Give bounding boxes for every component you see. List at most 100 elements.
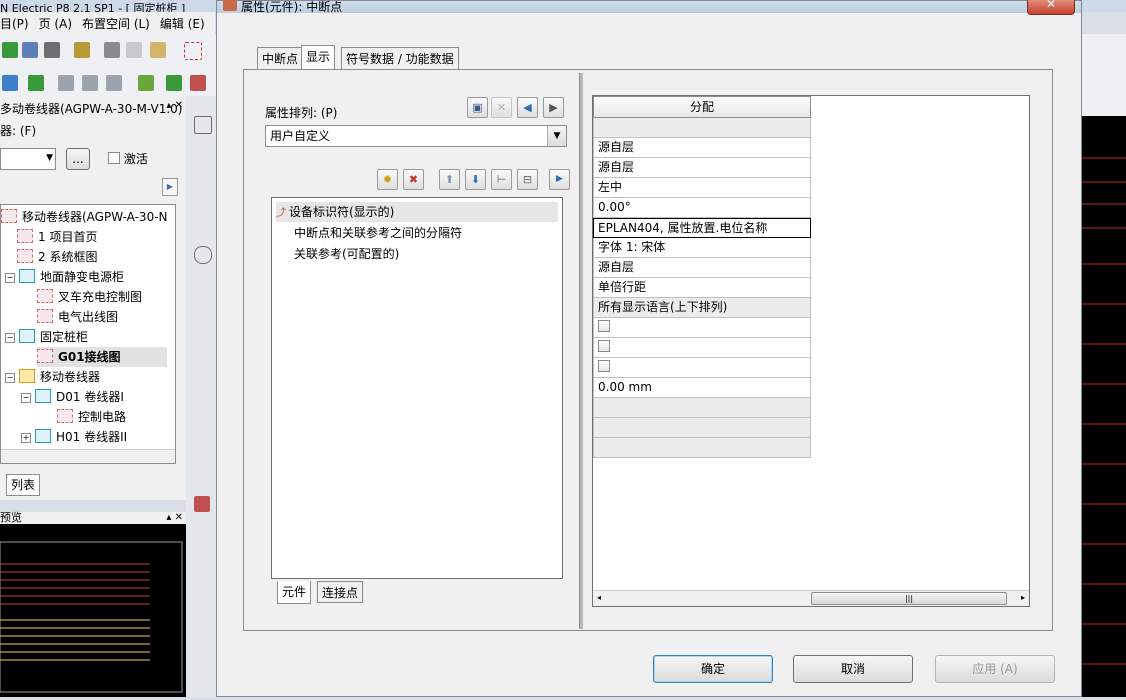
tree-item[interactable]: 叉车充电控制图 xyxy=(37,287,142,307)
tree-item[interactable]: − D01 卷线器I xyxy=(21,387,124,407)
ok-button[interactable]: 确定 xyxy=(653,655,773,683)
ok-icon[interactable] xyxy=(166,75,182,91)
grid-row-checkbox[interactable] xyxy=(593,318,811,338)
list-item[interactable]: ⤴ 设备标识符(显示的) xyxy=(276,202,558,222)
import-icon[interactable]: ◀ xyxy=(517,97,538,118)
grid-row[interactable] xyxy=(593,118,811,138)
menu-edit[interactable]: 编辑 (E) xyxy=(160,15,205,32)
filter-more-button[interactable]: ... xyxy=(66,148,90,170)
scroll-left-icon[interactable]: ◂ xyxy=(597,593,601,602)
navigator-close-icon[interactable]: ▴ ✕ xyxy=(166,100,183,111)
align-icon[interactable]: ⊢ xyxy=(491,169,512,190)
connect-icon[interactable] xyxy=(2,75,18,91)
grid-row[interactable]: 0.00° xyxy=(593,198,811,218)
tree-item-selected[interactable]: G01接线图 xyxy=(37,347,167,367)
collapse-icon[interactable]: − xyxy=(5,333,15,343)
terminal2-icon[interactable] xyxy=(82,75,98,91)
checkbox-icon[interactable] xyxy=(598,360,610,372)
play-icon[interactable]: ▶ xyxy=(162,178,178,196)
tree-item[interactable]: + H01 卷线器II xyxy=(21,427,127,447)
tree-item[interactable]: − 地面静变电源柜 xyxy=(5,267,124,287)
schematic-canvas[interactable] xyxy=(1082,116,1126,697)
grid-row[interactable] xyxy=(593,418,811,438)
list-item[interactable]: 中断点和关联参考之间的分隔符 xyxy=(294,223,462,243)
window-icon[interactable] xyxy=(22,42,38,58)
grid-row[interactable] xyxy=(593,438,811,458)
grid-row-checkbox[interactable] xyxy=(593,358,811,378)
new-icon[interactable]: ✹ xyxy=(377,169,398,190)
grid-row[interactable]: 源自层 xyxy=(593,138,811,158)
tree-item[interactable]: 移动卷线器(AGPW-A-30-N xyxy=(1,207,168,227)
grid-row[interactable]: 0.00 mm xyxy=(593,378,811,398)
move-down-icon[interactable]: ⬇ xyxy=(465,169,486,190)
tab-list[interactable]: 列表 xyxy=(6,474,41,496)
close-button[interactable]: ✕ xyxy=(1027,0,1075,15)
sort-combo[interactable]: 用户自定义 ▼ xyxy=(265,125,567,147)
tab-display[interactable]: 显示 xyxy=(301,45,336,70)
cut-icon[interactable] xyxy=(104,42,120,58)
preview-close-icon[interactable]: ▴ ✕ xyxy=(166,512,183,524)
print-icon[interactable] xyxy=(44,42,60,58)
delete-icon[interactable]: ✖ xyxy=(403,169,424,190)
collapse-icon[interactable]: − xyxy=(5,373,15,383)
tree-item[interactable]: 控制电路 xyxy=(57,407,126,427)
circle-tool-icon[interactable] xyxy=(194,246,212,264)
tree-item[interactable]: 1 项目首页 xyxy=(17,227,97,247)
preview-drawing xyxy=(0,541,183,693)
terminal3-icon[interactable] xyxy=(106,75,122,91)
menu-page[interactable]: 页 (A) xyxy=(39,15,72,32)
tab-component[interactable]: 元件 xyxy=(277,581,312,604)
menu-project[interactable]: 目(P) xyxy=(0,15,29,32)
plugin-icon[interactable] xyxy=(28,75,44,91)
tab-interruption-point[interactable]: 中断点 xyxy=(257,47,304,70)
grid-row[interactable]: 所有显示语言(上下排列) xyxy=(593,298,811,318)
line-tool-icon[interactable] xyxy=(194,116,212,134)
filter-combo[interactable]: ▼ xyxy=(0,148,56,170)
cancel-button[interactable]: 取消 xyxy=(793,655,913,683)
collapse-icon[interactable]: − xyxy=(21,393,31,403)
grid-row[interactable]: EPLAN404, 属性放置.电位名称 xyxy=(593,218,811,238)
save-icon[interactable]: ▣ xyxy=(467,97,488,118)
tree-item[interactable]: 电气出线图 xyxy=(37,307,118,327)
terminal-icon[interactable] xyxy=(58,75,74,91)
splitter[interactable] xyxy=(579,73,583,629)
group-icon[interactable]: ⊟ xyxy=(517,169,538,190)
grid-row[interactable] xyxy=(593,398,811,418)
activate-checkbox[interactable]: 激活 xyxy=(108,150,148,167)
tab-connection-point[interactable]: 连接点 xyxy=(317,581,364,603)
select-icon[interactable] xyxy=(184,42,202,60)
text-tool-icon[interactable] xyxy=(194,496,210,512)
tools-icon[interactable] xyxy=(74,42,90,58)
list-item[interactable]: 关联参考(可配置的) xyxy=(294,244,399,264)
paste-icon[interactable] xyxy=(150,42,166,58)
open-icon[interactable] xyxy=(2,42,18,58)
scroll-thumb[interactable]: ||| xyxy=(811,592,1007,605)
tree-hscroll[interactable] xyxy=(1,449,175,463)
app-toolbar-2 xyxy=(0,66,216,101)
grid-row[interactable]: 单倍行距 xyxy=(593,278,811,298)
stop-icon[interactable] xyxy=(190,75,206,91)
grid-row[interactable]: 源自层 xyxy=(593,258,811,278)
grid-row-checkbox[interactable] xyxy=(593,338,811,358)
sort-combo-value: 用户自定义 xyxy=(270,129,331,143)
check-icon[interactable] xyxy=(138,75,154,91)
app-icon xyxy=(223,0,237,11)
tab-symbol-function-data[interactable]: 符号数据 / 功能数据 xyxy=(341,47,459,70)
checkbox-icon[interactable] xyxy=(598,340,610,352)
export-icon[interactable]: ▶ xyxy=(543,97,564,118)
grid-row[interactable]: 字体 1: 宋体 xyxy=(593,238,811,258)
expand-icon[interactable]: + xyxy=(21,433,31,443)
grid-hscroll[interactable]: ◂ ||| ▸ xyxy=(593,590,1029,606)
tree-item[interactable]: 2 系统框图 xyxy=(17,247,97,267)
grid-row[interactable]: 左中 xyxy=(593,178,811,198)
move-up-icon[interactable]: ⬆ xyxy=(439,169,460,190)
menu-layout-space[interactable]: 布置空间 (L) xyxy=(82,15,150,32)
copy-icon[interactable] xyxy=(126,42,142,58)
scroll-right-icon[interactable]: ▸ xyxy=(1021,593,1025,602)
collapse-icon[interactable]: − xyxy=(5,273,15,283)
tree-item[interactable]: − 移动卷线器 xyxy=(5,367,100,387)
play-icon[interactable]: ▶ xyxy=(549,169,570,190)
checkbox-icon[interactable] xyxy=(598,320,610,332)
tree-item[interactable]: − 固定桩柜 xyxy=(5,327,88,347)
grid-row[interactable]: 源自层 xyxy=(593,158,811,178)
